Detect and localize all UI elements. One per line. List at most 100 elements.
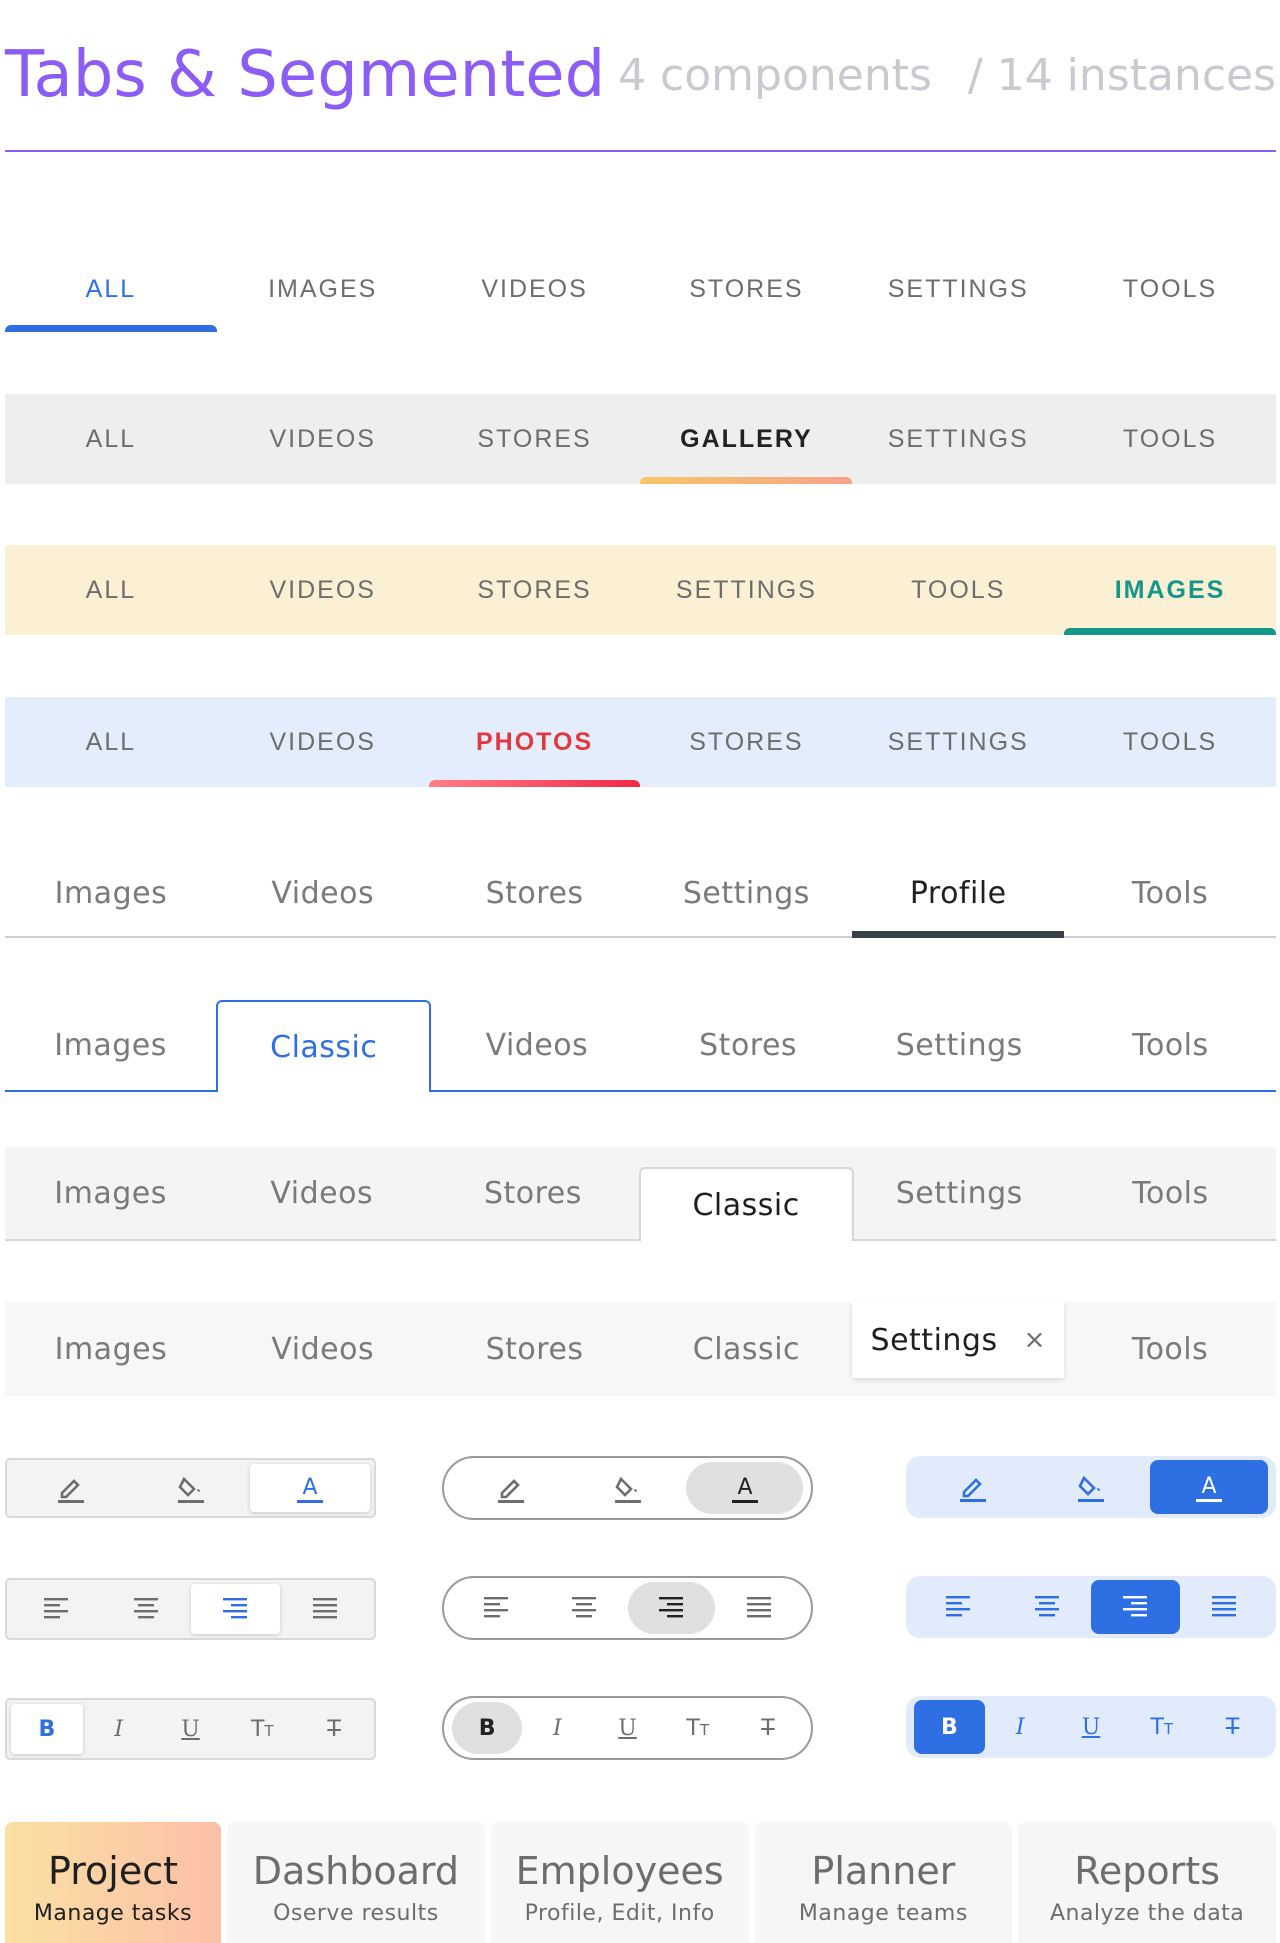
font-color-icon: A (297, 1475, 324, 1503)
card-tab-project[interactable]: Project Manage tasks (5, 1822, 221, 1943)
tab-photos[interactable]: PHOTOS (428, 697, 641, 787)
tab-stores[interactable]: Stores (429, 850, 641, 936)
tab-stores[interactable]: STORES (429, 545, 641, 635)
align-center-button[interactable] (1003, 1580, 1092, 1634)
align-center-button[interactable] (540, 1582, 628, 1634)
align-right-button[interactable] (627, 1582, 716, 1634)
underline-button[interactable]: U (1056, 1700, 1127, 1754)
tab-all[interactable]: ALL (5, 246, 217, 332)
tab-settings[interactable]: SETTINGS (852, 394, 1064, 484)
tab-settings[interactable]: Settings (640, 850, 852, 936)
pen-icon-button[interactable] (914, 1460, 1032, 1514)
align-right-button[interactable] (190, 1584, 281, 1634)
tab-profile[interactable]: Profile (852, 850, 1065, 938)
tab-videos[interactable]: Videos (217, 850, 429, 936)
card-title: Dashboard (252, 1849, 459, 1893)
tab-tools[interactable]: TOOLS (1064, 394, 1276, 484)
tab-settings[interactable]: Settings (854, 1000, 1065, 1090)
tab-classic[interactable]: Classic (638, 1167, 854, 1241)
tab-settings[interactable]: Settings (854, 1147, 1065, 1239)
tab-stores[interactable]: STORES (429, 394, 641, 484)
pen-icon-button[interactable] (452, 1462, 569, 1514)
tab-images[interactable]: IMAGES (217, 246, 429, 332)
font-color-icon-button[interactable]: A (1150, 1460, 1268, 1514)
tab-label: Videos (271, 1331, 375, 1367)
tab-label: Settings (895, 1027, 1023, 1063)
tab-tools[interactable]: Tools (1065, 1147, 1276, 1239)
font-color-icon-button[interactable]: A (250, 1464, 371, 1512)
tab-images[interactable]: Images (5, 850, 217, 936)
tab-stores[interactable]: STORES (640, 246, 852, 332)
tab-tools[interactable]: Tools (1065, 1000, 1276, 1090)
close-icon[interactable]: × (1024, 1325, 1046, 1355)
bold-button[interactable]: B (11, 1704, 83, 1754)
tab-settings[interactable]: SETTINGS (852, 246, 1064, 332)
tab-videos[interactable]: VIDEOS (217, 697, 429, 787)
card-tab-employees[interactable]: Employees Profile, Edit, Info (490, 1822, 749, 1943)
tab-settings[interactable]: SETTINGS (852, 697, 1064, 787)
text-size-button[interactable]: TT (663, 1702, 733, 1754)
segmented-color-tools-pill: A (442, 1456, 813, 1520)
tab-stores[interactable]: Stores (427, 1147, 638, 1239)
tab-videos[interactable]: Videos (217, 1302, 429, 1396)
tab-all[interactable]: ALL (5, 545, 217, 635)
tab-tools[interactable]: TOOLS (1064, 246, 1276, 332)
card-tab-reports[interactable]: Reports Analyze the data (1018, 1822, 1276, 1943)
tab-stores[interactable]: Stores (643, 1000, 854, 1090)
tab-videos[interactable]: Videos (216, 1147, 427, 1239)
align-left-button[interactable] (914, 1580, 1003, 1634)
strikethrough-button[interactable]: T (298, 1704, 370, 1754)
tab-label: Classic (692, 1331, 801, 1367)
tab-images[interactable]: Images (5, 1302, 217, 1396)
tab-videos[interactable]: VIDEOS (429, 246, 641, 332)
strikethrough-button[interactable]: T (1197, 1700, 1268, 1754)
italic-button[interactable]: I (83, 1704, 155, 1754)
strikethrough-button[interactable]: T (733, 1702, 803, 1754)
bold-button[interactable]: B (914, 1700, 985, 1754)
tab-tools[interactable]: TOOLS (1064, 697, 1276, 787)
card-subtitle: Oserve results (273, 1901, 439, 1926)
tab-classic[interactable]: Classic (216, 1000, 432, 1092)
segmented-format-blue: B I U TT T (906, 1696, 1276, 1758)
fill-color-icon-button[interactable] (1032, 1460, 1150, 1514)
tab-images[interactable]: Images (5, 1000, 216, 1090)
underline-button[interactable]: U (155, 1704, 227, 1754)
tab-tools[interactable]: TOOLS (852, 545, 1064, 635)
align-justify-button[interactable] (1180, 1580, 1269, 1634)
tab-tools[interactable]: Tools (1064, 850, 1276, 936)
align-justify-button[interactable] (715, 1582, 803, 1634)
tab-stores[interactable]: Stores (429, 1302, 641, 1396)
tab-stores[interactable]: STORES (640, 697, 852, 787)
font-color-icon-button[interactable]: A (686, 1462, 803, 1514)
text-size-button[interactable]: TT (226, 1704, 298, 1754)
align-left-button[interactable] (452, 1582, 540, 1634)
align-center-button[interactable] (101, 1584, 191, 1634)
tab-label: Stores (699, 1027, 798, 1063)
tab-videos[interactable]: VIDEOS (217, 394, 429, 484)
align-justify-button[interactable] (280, 1584, 370, 1634)
tab-classic[interactable]: Classic (640, 1302, 852, 1396)
align-right-button[interactable] (1091, 1580, 1180, 1634)
tab-tools[interactable]: Tools (1064, 1302, 1276, 1396)
fill-color-icon-button[interactable] (131, 1464, 251, 1512)
tab-settings[interactable]: SETTINGS (640, 545, 852, 635)
bold-button[interactable]: B (452, 1702, 523, 1754)
tab-settings[interactable]: Settings × (852, 1302, 1065, 1378)
tab-videos[interactable]: VIDEOS (217, 545, 429, 635)
italic-button[interactable]: I (522, 1702, 592, 1754)
tab-images[interactable]: Images (5, 1147, 216, 1239)
card-tab-planner[interactable]: Planner Manage teams (754, 1822, 1013, 1943)
underline-button[interactable]: U (592, 1702, 662, 1754)
tab-images[interactable]: IMAGES (1064, 545, 1276, 635)
card-tab-dashboard[interactable]: Dashboard Oserve results (227, 1822, 485, 1943)
tab-all[interactable]: ALL (5, 394, 217, 484)
tab-gallery[interactable]: GALLERY (640, 394, 853, 484)
active-indicator (852, 931, 1065, 938)
tab-all[interactable]: ALL (5, 697, 217, 787)
fill-color-icon-button[interactable] (569, 1462, 686, 1514)
pen-icon-button[interactable] (11, 1464, 131, 1512)
tab-videos[interactable]: Videos (431, 1000, 642, 1090)
align-left-button[interactable] (11, 1584, 101, 1634)
italic-button[interactable]: I (985, 1700, 1056, 1754)
text-size-button[interactable]: TT (1126, 1700, 1197, 1754)
